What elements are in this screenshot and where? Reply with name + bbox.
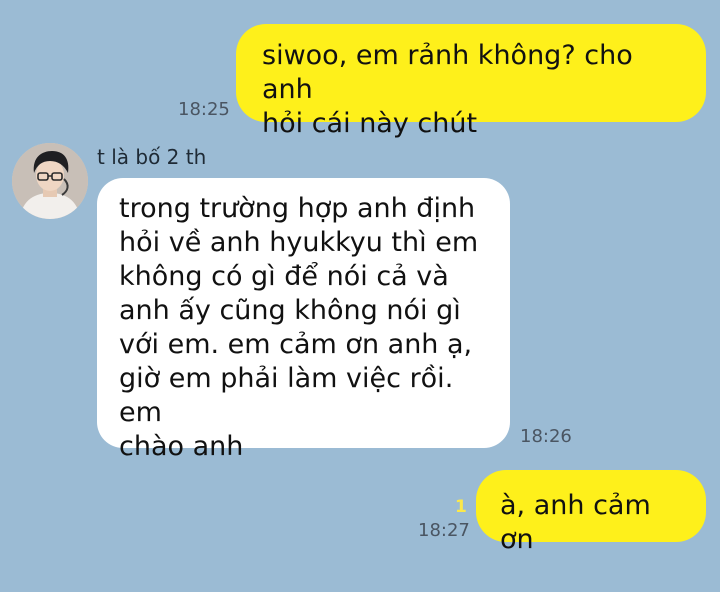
- profile-photo-icon: [12, 143, 88, 219]
- chat-window: siwoo, em rảnh không? cho anh hỏi cái nà…: [0, 0, 720, 592]
- outgoing-message-bubble[interactable]: siwoo, em rảnh không? cho anh hỏi cái nà…: [236, 24, 706, 139]
- sender-name[interactable]: t là bố 2 th: [97, 145, 206, 169]
- outgoing-message-bubble[interactable]: à, anh cảm ơn: [476, 470, 706, 555]
- incoming-message-bubble[interactable]: trong trường hợp anh định hỏi về anh hyu…: [97, 178, 510, 462]
- sender-avatar[interactable]: [12, 143, 88, 219]
- unread-count-badge: 1: [455, 497, 467, 517]
- message-timestamp: 18:25: [178, 99, 230, 120]
- message-timestamp: 18:27: [418, 520, 470, 541]
- message-timestamp: 18:26: [520, 426, 572, 447]
